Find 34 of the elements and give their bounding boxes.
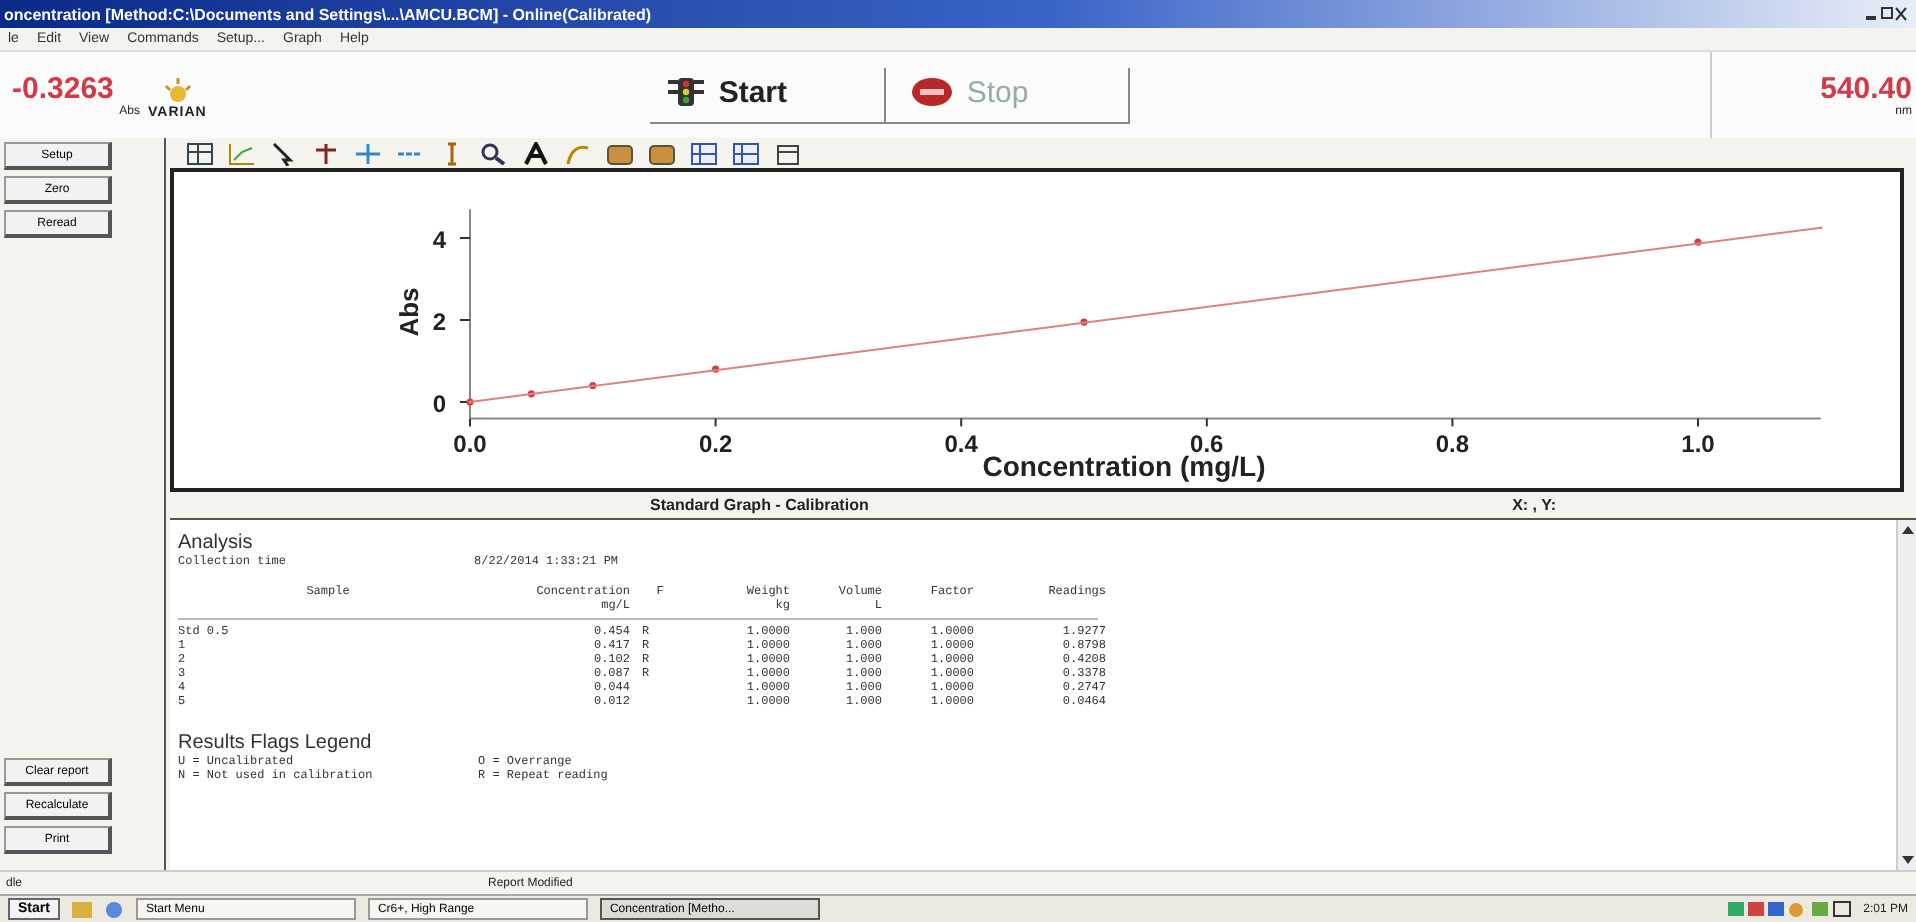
axis-tick-label: 0.0: [453, 430, 487, 459]
tray-icons[interactable]: [1727, 900, 1852, 918]
report-heading: Analysis: [178, 532, 255, 554]
absorbance-reading: -0.3263: [12, 72, 116, 106]
scroll-down-icon[interactable]: [1899, 854, 1915, 866]
scrollbar[interactable]: [1896, 520, 1916, 870]
graph-caption: Standard Graph - Calibration: [650, 496, 869, 514]
legend-title: Results Flags Legend: [178, 732, 374, 754]
font-icon[interactable]: [522, 141, 550, 165]
table-icon[interactable]: [186, 141, 214, 165]
traffic-light-icon: [666, 76, 707, 108]
cursor-readout: X: , Y:: [1512, 496, 1556, 514]
axis-tick-label: 0.4: [944, 430, 978, 459]
wavelength-reading: 540.40: [1820, 72, 1912, 106]
axis-tick-label: 0.8: [1435, 430, 1470, 459]
axis-tick-label: 1.0: [1681, 430, 1715, 459]
y-axis-label: Abs: [394, 287, 424, 337]
grid-icon[interactable]: [732, 141, 760, 165]
sun-logo-icon: [161, 78, 194, 106]
globe-icon[interactable]: [103, 900, 124, 918]
chart-icon[interactable]: [228, 141, 256, 165]
cross-icon[interactable]: [312, 141, 340, 165]
window-title: oncentration [Method:C:\Documents and Settings\...\AMCU.BCM] - Online(Calibrated): [4, 5, 652, 23]
axis-tick-label: 0.2: [698, 430, 733, 459]
axis-tick-label: 2: [432, 308, 446, 336]
grid-icon[interactable]: [690, 141, 718, 165]
axis-tick-label: 4: [432, 226, 446, 254]
zoom-icon[interactable]: [480, 141, 508, 165]
scroll-up-icon[interactable]: [1899, 524, 1915, 536]
plus-icon[interactable]: [354, 141, 382, 165]
window-controls-icon[interactable]: [1864, 6, 1908, 22]
stop-sign-icon: [910, 76, 955, 108]
curve-icon[interactable]: [564, 141, 592, 165]
axis-tick-label: 0: [432, 390, 446, 418]
